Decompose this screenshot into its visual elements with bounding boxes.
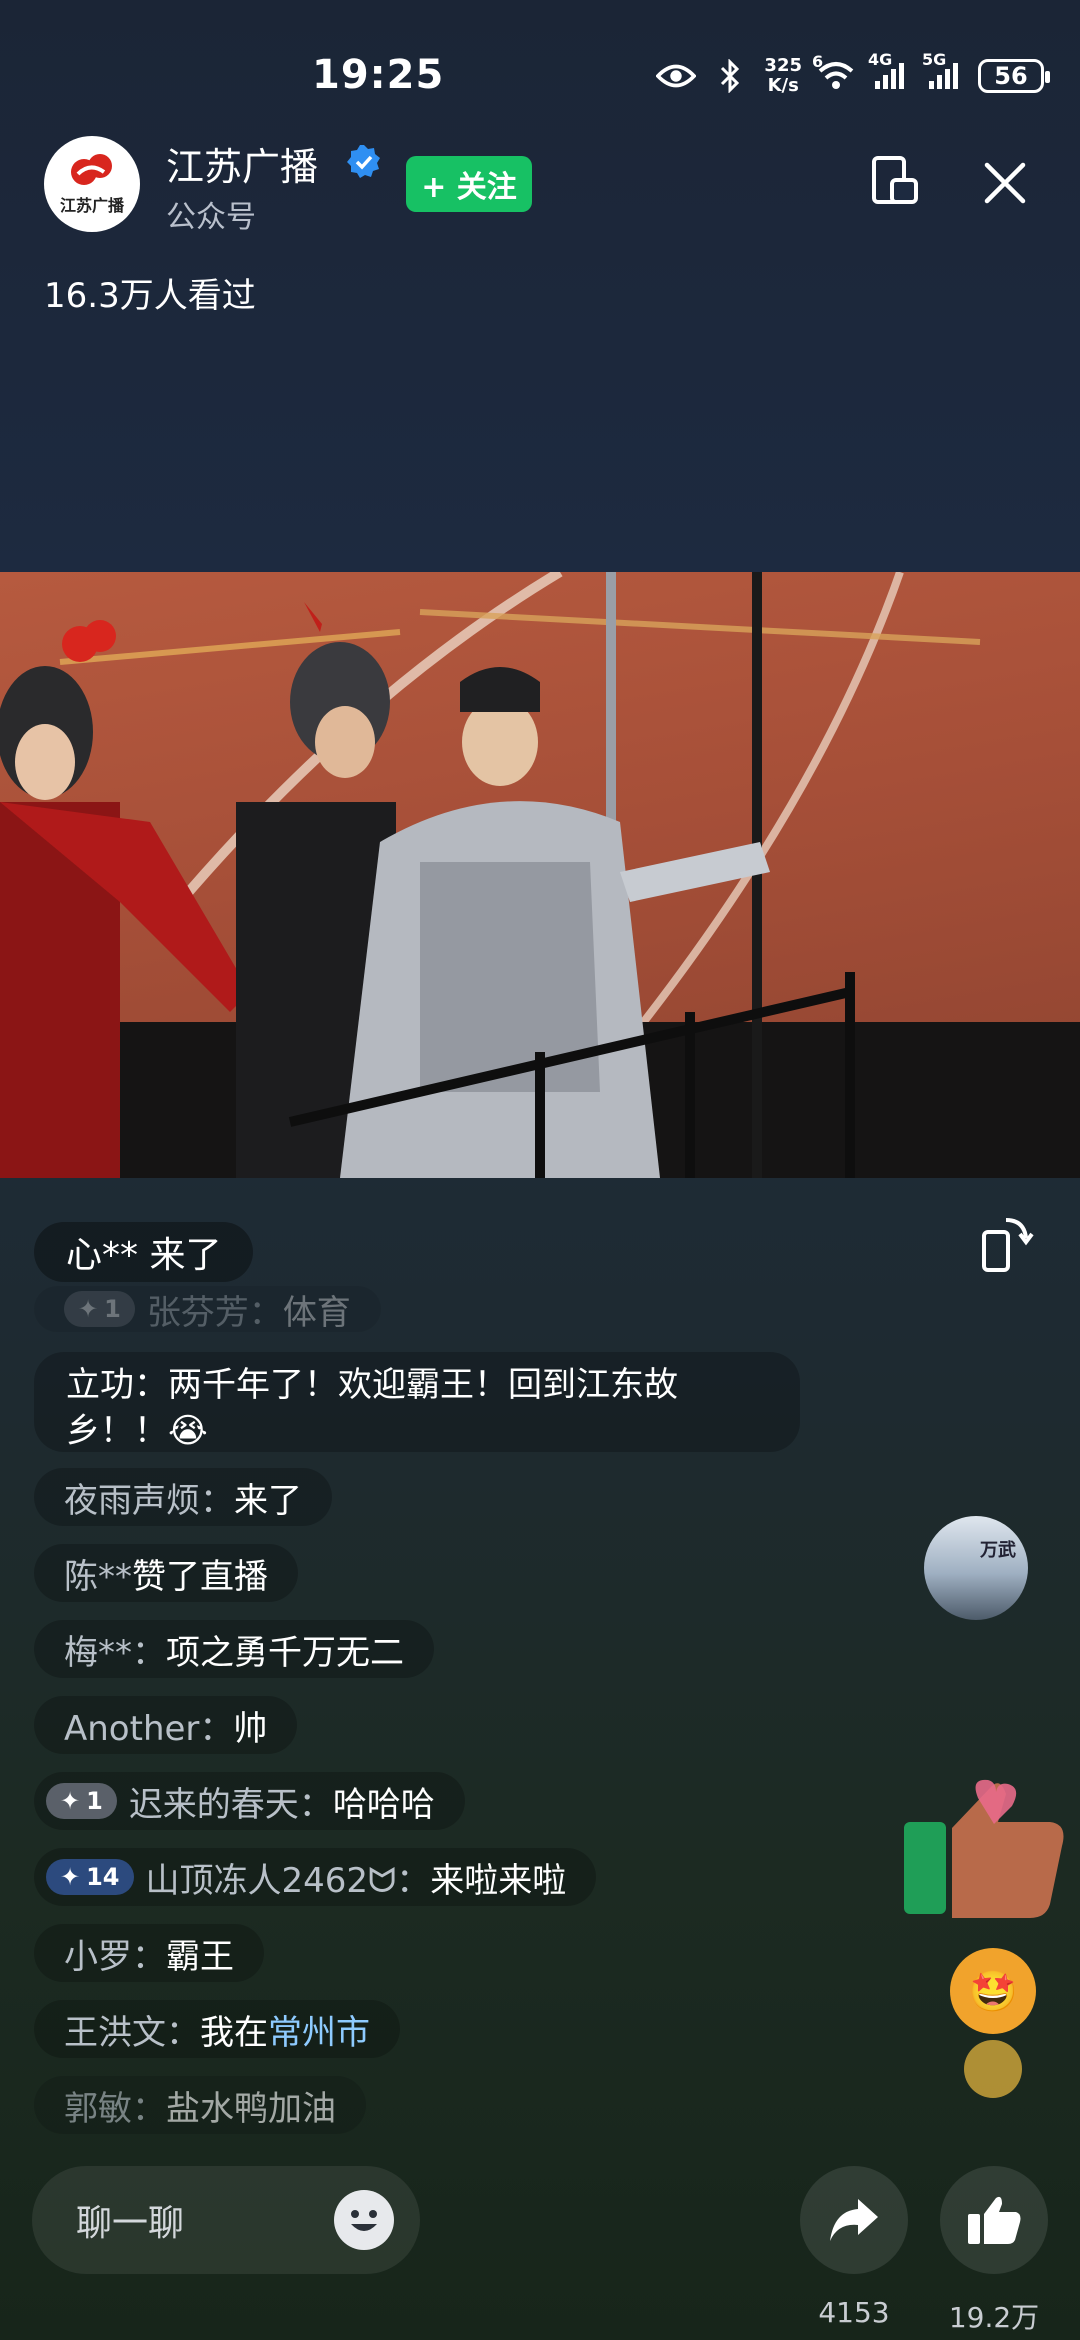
entry-notice: 心** 来了	[34, 1222, 254, 1282]
thumbs-up-icon	[968, 2196, 1021, 2244]
comment-item: Another：帅	[34, 1696, 298, 1754]
comment-item: 小罗： 霸王	[34, 1924, 264, 1982]
fan-badge: ✦ 1	[64, 1291, 135, 1327]
comment-item: ✦ 1 迟来的春天： 哈哈哈	[34, 1772, 465, 1830]
bluetooth-icon	[710, 58, 750, 94]
comment-item: 立功：两千年了！欢迎霸王！回到江东故乡！！😭	[34, 1352, 800, 1452]
like-button[interactable]	[940, 2166, 1048, 2274]
comment-item: 郭敏： 盐水鸭加油	[34, 2076, 366, 2134]
wifi-icon: 6	[812, 52, 856, 94]
account-name[interactable]: 江苏广播	[166, 136, 318, 191]
verified-badge-icon	[346, 144, 382, 180]
broadcast-logo-icon	[70, 152, 114, 190]
live-video-player[interactable]	[0, 572, 1080, 1178]
signal-5g-icon: 5G	[922, 50, 964, 94]
starry-eyes-emoji-icon: 🤩	[950, 1948, 1036, 2034]
account-type: 公众号	[166, 200, 256, 235]
sparkle-icon: ✦	[60, 1787, 81, 1815]
rotate-screen-icon[interactable]	[980, 1214, 1036, 1274]
account-avatar[interactable]: 江苏广播	[44, 136, 140, 232]
status-bar: 19:25 325 K/s 6 4G 5G 56	[0, 0, 1080, 130]
share-button[interactable]	[800, 2166, 908, 2274]
clock: 19:25	[312, 52, 445, 98]
location-link[interactable]: 常州市	[268, 2005, 370, 2054]
emoji-picker-icon[interactable]	[334, 2190, 394, 2250]
fan-badge: ✦ 1	[46, 1783, 117, 1819]
comment-item: ✦ 1 张芬芳： 体育	[34, 1286, 381, 1333]
promo-avatar[interactable]: 万武	[924, 1516, 1028, 1620]
emoji-icon	[964, 2040, 1022, 2098]
sparkle-icon: ✦	[60, 1863, 81, 1891]
net-speed: 325 K/s	[764, 55, 802, 96]
battery-indicator: 56	[978, 59, 1050, 93]
like-count: 19.2万	[948, 2301, 1040, 2334]
close-icon[interactable]	[982, 160, 1028, 206]
follow-button[interactable]: + 关注	[406, 156, 532, 212]
comment-item: ✦ 14 山顶冻人2462ᗢ： 来啦来啦	[34, 1848, 597, 1906]
comment-item: 王洪文： 我在 常州市	[34, 2000, 400, 2058]
comment-item: 夜雨声烦： 来了	[34, 1468, 332, 1526]
share-icon	[830, 2199, 878, 2241]
picture-in-picture-icon[interactable]	[868, 154, 924, 210]
signal-4g-icon: 4G	[868, 50, 910, 94]
share-count: 4153	[818, 2296, 890, 2329]
status-icons: 325 K/s 6 4G 5G 56	[656, 50, 1050, 96]
eye-icon	[656, 58, 697, 94]
sparkle-icon: ✦	[78, 1295, 99, 1323]
fan-badge: ✦ 14	[46, 1859, 134, 1895]
comment-item: 梅**： 项之勇千万无二	[34, 1620, 434, 1678]
viewer-count: 16.3万人看过	[44, 276, 256, 316]
like-animation-icon	[900, 1758, 1070, 1928]
comment-item: 陈** 赞了直播	[34, 1544, 298, 1602]
logo-text: 江苏广播	[59, 196, 124, 215]
